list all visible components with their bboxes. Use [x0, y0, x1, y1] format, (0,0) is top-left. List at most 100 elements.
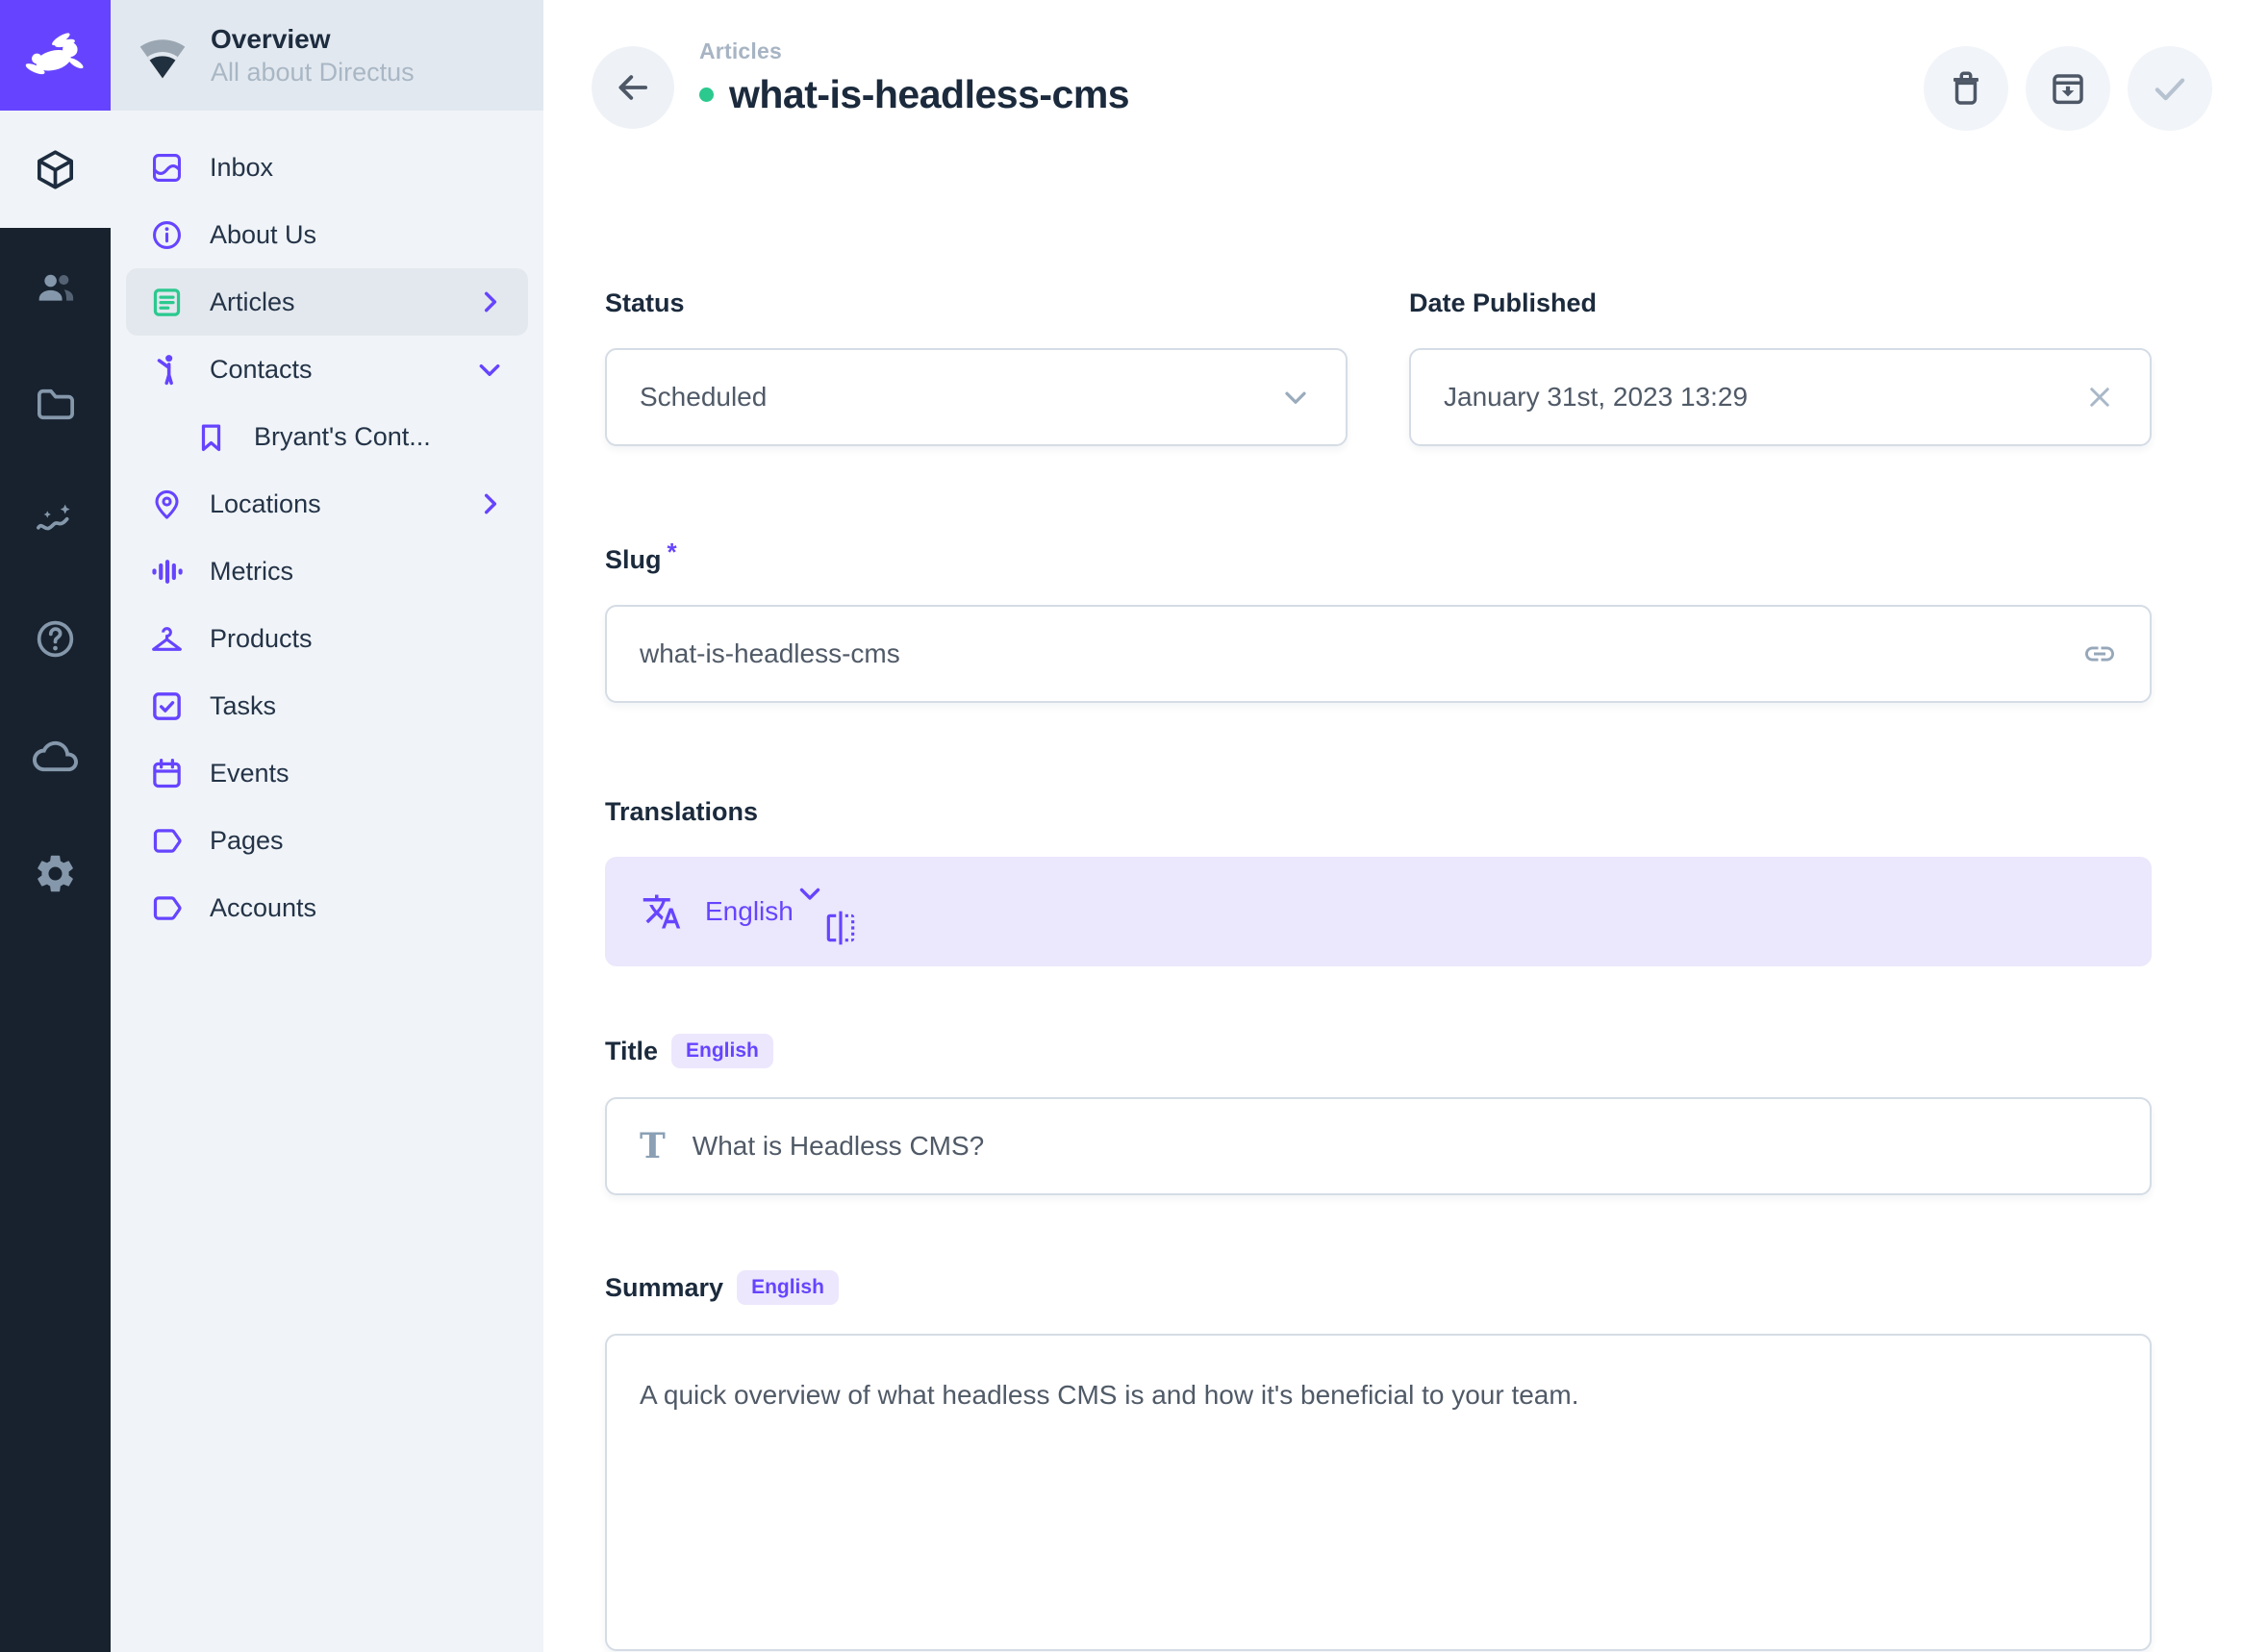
date-published-input[interactable]: January 31st, 2023 13:29: [1409, 348, 2152, 446]
language-badge: English: [737, 1270, 839, 1305]
item-form: Status Scheduled Date Published January …: [543, 287, 2268, 1651]
summary-value: A quick overview of what headless CMS is…: [640, 1376, 1579, 1414]
sidebar-item-metrics[interactable]: Metrics: [126, 538, 528, 605]
sidebar-item-label: Events: [210, 759, 290, 788]
info-icon: [149, 217, 185, 253]
inbox-icon: [149, 150, 185, 186]
language-badge: English: [671, 1034, 773, 1068]
cloud-icon: [33, 734, 78, 779]
module-insights[interactable]: [0, 463, 111, 580]
module-users[interactable]: [0, 228, 111, 345]
sidebar-item-label: Pages: [210, 826, 284, 856]
status-dot: [699, 88, 714, 102]
article-icon: [149, 285, 185, 320]
date-published-value: January 31st, 2023 13:29: [1444, 382, 1748, 413]
rabbit-logo-icon: [19, 19, 92, 92]
slug-field: Slug * what-is-headless-cms: [605, 543, 2152, 703]
module-cloud[interactable]: [0, 697, 111, 814]
header-actions: [1924, 35, 2212, 131]
sidebar-item-locations[interactable]: Locations: [126, 470, 528, 538]
summary-field: Summary English A quick overview of what…: [605, 1270, 2152, 1651]
label-tag-icon: [149, 823, 185, 859]
status-select[interactable]: Scheduled: [605, 348, 1348, 446]
chevron-down-icon: [1278, 380, 1313, 414]
sidebar-item-about-us[interactable]: About Us: [126, 201, 528, 268]
sidebar-item-tasks[interactable]: Tasks: [126, 672, 528, 739]
module-files[interactable]: [0, 345, 111, 463]
title-input[interactable]: T What is Headless CMS?: [605, 1097, 2152, 1195]
label-tag-icon: [149, 890, 185, 926]
check-icon: [2150, 68, 2190, 109]
sidebar-item-accounts[interactable]: Accounts: [126, 874, 528, 941]
project-header[interactable]: Overview All about Directus: [111, 0, 543, 111]
bookmark-icon: [193, 419, 229, 455]
sidebar-item-pages[interactable]: Pages: [126, 807, 528, 874]
translations-field: Translations English: [605, 795, 2152, 966]
title-field: Title English T What is Headless CMS?: [605, 1034, 2152, 1195]
slug-label: Slug *: [605, 543, 2152, 576]
title-label: Title English: [605, 1034, 2152, 1068]
translations-label: Translations: [605, 795, 2152, 828]
help-icon: [33, 616, 78, 662]
summary-textarea[interactable]: A quick overview of what headless CMS is…: [605, 1334, 2152, 1651]
sidebar-item-bryants-contacts[interactable]: Bryant's Cont...: [126, 403, 528, 470]
breadcrumb[interactable]: Articles: [699, 38, 1129, 64]
sidebar-item-label: Metrics: [210, 557, 293, 587]
project-title: Overview: [211, 22, 415, 57]
page-header: Articles what-is-headless-cms: [543, 0, 2268, 144]
back-button[interactable]: [592, 46, 674, 129]
calendar-icon: [149, 756, 185, 791]
delete-button[interactable]: [1924, 46, 2008, 131]
status-field: Status Scheduled: [605, 287, 1348, 446]
date-published-label: Date Published: [1409, 287, 2152, 319]
save-button[interactable]: [2128, 46, 2212, 131]
clear-date-button[interactable]: [2082, 380, 2117, 414]
translate-icon: [642, 891, 682, 932]
chevron-right-icon: [474, 287, 505, 317]
page-title: what-is-headless-cms: [729, 72, 1129, 117]
sidebar-item-articles[interactable]: Articles: [126, 268, 528, 336]
chevron-down-icon: [794, 877, 826, 910]
arrow-left-icon: [613, 67, 653, 108]
equalizer-icon: [149, 554, 185, 589]
link-icon: [2082, 637, 2117, 671]
sidebar-item-products[interactable]: Products: [126, 605, 528, 672]
hanger-icon: [149, 621, 185, 657]
sidebar-item-label: Contacts: [210, 355, 313, 385]
sidebar-item-label: Locations: [210, 489, 321, 519]
sidebar-item-label: Tasks: [210, 691, 276, 721]
slug-input[interactable]: what-is-headless-cms: [605, 605, 2152, 703]
sidebar-nav: Inbox About Us Articles: [111, 111, 543, 941]
person-waving-icon: [149, 352, 185, 388]
cube-icon: [33, 147, 78, 192]
slug-value: what-is-headless-cms: [640, 638, 900, 669]
archive-button[interactable]: [2026, 46, 2110, 131]
sidebar-item-inbox[interactable]: Inbox: [126, 134, 528, 201]
archive-icon: [2048, 68, 2088, 109]
close-icon: [2082, 380, 2117, 414]
chart-sparkle-icon: [33, 499, 78, 544]
sidebar-item-contacts[interactable]: Contacts: [126, 336, 528, 403]
module-help[interactable]: [0, 580, 111, 697]
trash-icon: [1946, 68, 1986, 109]
translations-language: English: [705, 896, 794, 927]
module-bar: [0, 0, 111, 1652]
sidebar-item-events[interactable]: Events: [126, 739, 528, 807]
status-value: Scheduled: [640, 382, 767, 413]
title-value: What is Headless CMS?: [693, 1131, 984, 1162]
module-content[interactable]: [0, 111, 111, 228]
text-format-icon: T: [640, 1126, 666, 1166]
sidebar-item-label: Inbox: [210, 153, 273, 183]
directus-logo[interactable]: [0, 0, 111, 111]
folder-icon: [33, 382, 78, 427]
module-settings[interactable]: [0, 814, 111, 932]
chevron-down-icon: [474, 354, 505, 385]
sidebar: Overview All about Directus Inbox About …: [111, 0, 543, 1652]
translations-selector[interactable]: English: [605, 857, 2152, 966]
people-icon: [33, 264, 78, 310]
project-signal-icon: [136, 29, 189, 83]
chevron-right-icon: [474, 488, 505, 519]
summary-label: Summary English: [605, 1270, 2152, 1305]
sidebar-item-label: Bryant's Cont...: [254, 422, 431, 452]
split-view-icon: [822, 910, 859, 946]
